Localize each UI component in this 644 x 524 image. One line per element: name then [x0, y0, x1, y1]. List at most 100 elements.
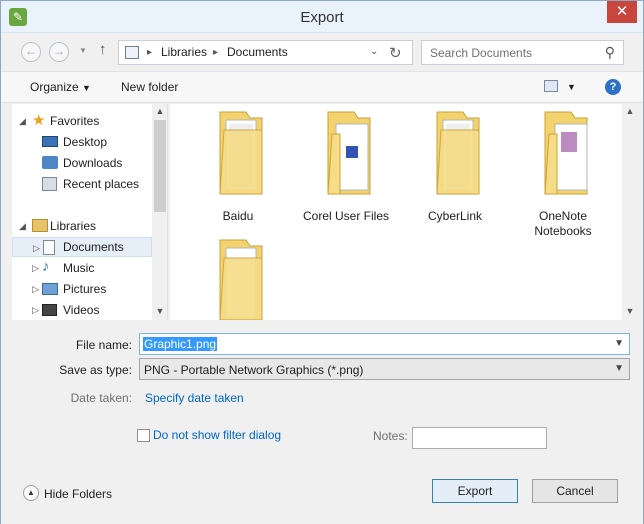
refresh-icon[interactable]: ↻ [389, 44, 402, 62]
nav-label: Recent places [63, 177, 140, 191]
breadcrumb-libraries[interactable]: Libraries [161, 45, 207, 59]
window-title: Export [300, 9, 344, 26]
nav-recent-places[interactable]: Recent places [12, 174, 152, 194]
star-icon: ★ [32, 112, 46, 129]
date-taken-label: Date taken: [70, 391, 132, 405]
close-button[interactable]: ✕ [607, 1, 637, 23]
nav-pictures[interactable]: ▷ Pictures [12, 279, 152, 299]
search-input[interactable]: Search Documents [430, 46, 532, 60]
collapsed-triangle-icon[interactable]: ▷ [32, 284, 39, 295]
folder-icon [436, 111, 480, 195]
folder-label: Corel User Files [302, 209, 389, 223]
collapsed-triangle-icon[interactable]: ▷ [32, 305, 39, 316]
navigation-pane: ◢ ★ Favorites Desktop Downloads Recent p… [12, 104, 168, 320]
help-icon[interactable]: ? [605, 79, 621, 95]
location-icon [125, 46, 139, 59]
recent-places-icon [42, 177, 57, 191]
pictures-icon [42, 283, 58, 295]
folder-icon [219, 239, 263, 320]
save-type-select[interactable]: PNG - Portable Network Graphics (*.png) … [139, 358, 630, 380]
export-button[interactable]: Export [432, 479, 518, 503]
collapsed-triangle-icon[interactable]: ▷ [33, 243, 40, 254]
scroll-up-icon[interactable]: ▲ [622, 106, 638, 116]
file-name-label: File name: [75, 338, 132, 352]
address-dropdown-icon[interactable]: ⌄ [370, 46, 378, 57]
nav-scrollbar[interactable]: ▲ ▼ [152, 104, 167, 320]
recent-locations-dropdown[interactable]: ▼ [79, 46, 87, 55]
back-button[interactable]: ← [21, 42, 41, 62]
collapsed-triangle-icon[interactable]: ▷ [32, 263, 39, 274]
export-dialog: ✎ Export ✕ ← → ▼ ↑ ▸ Libraries ▸ Documen… [0, 0, 644, 524]
filter-dialog-label[interactable]: Do not show filter dialog [153, 428, 281, 442]
nav-label: Desktop [63, 135, 108, 149]
filter-dialog-checkbox[interactable] [137, 429, 150, 442]
folder-icon [544, 111, 588, 195]
breadcrumb-separator-icon: ▸ [147, 47, 153, 58]
videos-icon [42, 304, 57, 316]
specify-date-link[interactable]: Specify date taken [145, 391, 244, 405]
file-list-scrollbar[interactable]: ▲ ▼ [622, 104, 638, 320]
scroll-down-icon[interactable]: ▼ [622, 306, 638, 316]
organize-button[interactable]: Organize ▼ [30, 80, 91, 94]
organize-label: Organize [30, 80, 79, 94]
view-options-icon[interactable] [544, 80, 558, 92]
search-icon: ⚲ [604, 44, 615, 60]
chevron-down-icon: ▼ [614, 363, 624, 374]
notes-label: Notes: [373, 429, 408, 443]
forward-arrow-icon: → [53, 44, 65, 58]
folder-label: OneNote Notebooks [513, 209, 613, 239]
nav-label: Downloads [63, 156, 123, 170]
save-type-label: Save as type: [59, 363, 132, 377]
nav-label: Pictures [63, 282, 107, 296]
search-box[interactable]: Search Documents ⚲ [421, 40, 624, 65]
scroll-down-icon[interactable]: ▼ [152, 306, 167, 316]
folder-label: Baidu [222, 209, 254, 223]
expanded-triangle-icon[interactable]: ◢ [19, 116, 26, 127]
toolbar: Organize ▼ New folder ▼ ? [1, 71, 643, 103]
folder-item[interactable]: OneNote Notebooks [513, 110, 613, 238]
chevron-down-icon[interactable]: ▼ [614, 338, 624, 349]
breadcrumb-documents[interactable]: Documents [227, 45, 288, 59]
nav-videos[interactable]: ▷ Videos [12, 300, 152, 320]
nav-documents[interactable]: ▷ Documents [12, 237, 152, 257]
file-name-input[interactable]: Graphic1.png ▼ [139, 333, 630, 355]
file-list: Baidu Corel User Files CyberLink OneNote… [170, 104, 630, 320]
nav-label: Videos [63, 303, 100, 317]
nav-label: Documents [63, 240, 124, 254]
scrollbar-thumb[interactable] [154, 120, 166, 212]
close-icon: ✕ [615, 3, 629, 20]
nav-downloads[interactable]: Downloads [12, 153, 152, 173]
dialog-form: File name: Graphic1.png ▼ Save as type: … [1, 321, 643, 524]
folder-item[interactable]: Baidu [188, 110, 288, 230]
new-folder-button[interactable]: New folder [121, 80, 178, 94]
documents-icon [43, 240, 55, 255]
downloads-icon [42, 156, 58, 169]
chevron-down-icon: ▼ [82, 83, 91, 93]
breadcrumb-separator-icon: ▸ [213, 47, 219, 58]
hide-folders-button[interactable]: Hide Folders [44, 487, 112, 501]
nav-favorites[interactable]: ◢ ★ Favorites [12, 111, 152, 131]
up-button[interactable]: ↑ [99, 41, 107, 58]
address-bar[interactable]: ▸ Libraries ▸ Documents ⌄ ↻ [118, 40, 413, 65]
folder-item[interactable]: Corel User Files [296, 110, 396, 230]
back-arrow-icon: ← [25, 44, 37, 58]
scroll-up-icon[interactable]: ▲ [152, 106, 167, 116]
folder-item[interactable]: CyberLink [405, 110, 505, 230]
title-bar: ✎ Export ✕ [1, 1, 643, 33]
chevron-up-icon[interactable]: ▲ [23, 485, 39, 501]
cancel-button[interactable]: Cancel [532, 479, 618, 503]
notes-input[interactable] [412, 427, 547, 449]
nav-music[interactable]: ▷ ♪ Music [12, 258, 152, 278]
view-dropdown-icon[interactable]: ▼ [567, 82, 576, 92]
forward-button[interactable]: → [49, 42, 69, 62]
folder-label: CyberLink [427, 209, 483, 223]
folder-icon [327, 111, 371, 195]
folder-icon [219, 111, 263, 195]
save-type-value: PNG - Portable Network Graphics (*.png) [144, 363, 364, 377]
music-icon: ♪ [42, 258, 50, 275]
file-name-value: Graphic1.png [143, 337, 218, 351]
expanded-triangle-icon[interactable]: ◢ [19, 221, 26, 232]
nav-label: Libraries [50, 219, 97, 233]
nav-desktop[interactable]: Desktop [12, 132, 152, 152]
nav-libraries[interactable]: ◢ Libraries [12, 216, 152, 236]
